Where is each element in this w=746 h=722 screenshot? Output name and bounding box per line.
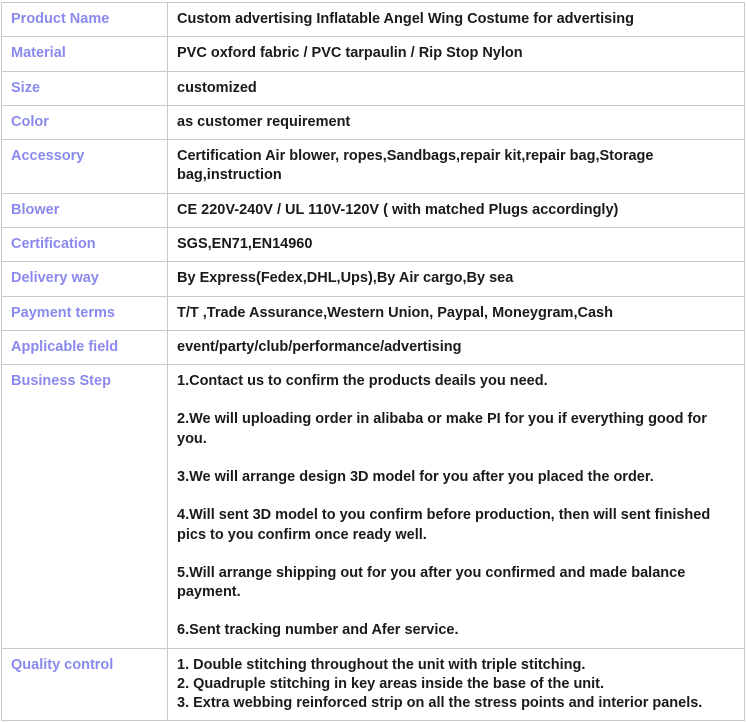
spec-value: customized	[167, 70, 745, 106]
spec-row: Blower CE 220V-240V / UL 110V-120V ( with…	[1, 192, 745, 228]
spec-value: 1.Contact us to confirm the products dea…	[167, 364, 745, 649]
spec-row: Quality control 1. Double stitching throu…	[1, 647, 745, 722]
spec-label: Payment terms	[1, 295, 168, 331]
spec-row: Accessory Certification Air blower, ropes…	[1, 139, 745, 194]
spec-label: Applicable field	[1, 329, 168, 366]
spec-value-line: SGS,EN71,EN14960	[177, 235, 313, 252]
spec-value-line: 2.We will uploading order in alibaba or …	[177, 411, 707, 447]
spec-value-line: CE 220V-240V / UL 110V-120V ( with match…	[177, 201, 619, 218]
spec-row: Size customized	[1, 70, 745, 106]
spec-value-line: Custom advertising Inflatable Angel Wing…	[177, 11, 634, 27]
spec-row: Business Step 1.Contact us to confirm the…	[1, 364, 745, 649]
spec-table-body: Product Name Custom advertising Inflatabl…	[1, 1, 745, 722]
spec-label: Delivery way	[1, 261, 168, 297]
spec-value: Certification Air blower, ropes,Sandbags…	[167, 139, 745, 194]
spec-value-line: event/party/club/performance/advertising	[177, 338, 462, 355]
spec-row: Product Name Custom advertising Inflatabl…	[1, 1, 745, 38]
spec-label: Certification	[1, 226, 168, 263]
spec-value-line: 1. Double stitching throughout the unit …	[177, 656, 586, 673]
spec-value-line: 3.We will arrange design 3D model for yo…	[177, 468, 654, 485]
spec-label: Color	[1, 104, 168, 141]
spec-value: By Express(Fedex,DHL,Ups),By Air cargo,B…	[167, 261, 745, 297]
spec-label: Blower	[1, 192, 168, 228]
product-specification-table: Product Name Custom advertising Inflatabl…	[1, 1, 745, 722]
spec-row: Color as customer requirement	[1, 104, 745, 141]
spec-label: Material	[1, 36, 168, 72]
spec-value-line: By Express(Fedex,DHL,Ups),By Air cargo,B…	[177, 270, 514, 287]
spec-value-line: T/T ,Trade Assurance,Western Union, Payp…	[177, 304, 613, 321]
spec-value: event/party/club/performance/advertising	[167, 329, 745, 366]
spec-label: Product Name	[1, 1, 168, 38]
spec-value-line: customized	[177, 79, 257, 96]
spec-row: Certification SGS,EN71,EN14960	[1, 226, 745, 263]
spec-value-line: 2. Quadruple stitching in key areas insi…	[177, 675, 605, 692]
spec-value-line: 6.Sent tracking number and Afer service.	[177, 622, 459, 639]
spec-label: Quality control	[1, 647, 168, 722]
spec-value-line: as customer requirement	[177, 113, 351, 130]
spec-value-line: 5.Will arrange shipping out for you afte…	[177, 564, 686, 601]
spec-value: as customer requirement	[167, 104, 745, 141]
spec-value-line: PVC oxford fabric / PVC tarpaulin / Rip …	[177, 45, 523, 62]
spec-label: Size	[1, 70, 168, 106]
spec-value-line: 3. Extra webbing reinforced strip on all…	[177, 695, 703, 712]
spec-value-line: Certification Air blower, ropes,Sandbags…	[177, 148, 654, 184]
spec-label: Accessory	[1, 139, 168, 194]
spec-value: PVC oxford fabric / PVC tarpaulin / Rip …	[167, 36, 745, 72]
spec-value: 1. Double stitching throughout the unit …	[167, 647, 745, 722]
spec-row: Applicable field event/party/club/perform…	[1, 329, 745, 366]
spec-value-line: 1.Contact us to confirm the products dea…	[177, 373, 548, 390]
spec-value: SGS,EN71,EN14960	[167, 226, 745, 263]
spec-value: CE 220V-240V / UL 110V-120V ( with match…	[167, 192, 745, 228]
spec-value: T/T ,Trade Assurance,Western Union, Payp…	[167, 295, 745, 331]
spec-value: Custom advertising Inflatable Angel Wing…	[167, 1, 745, 38]
spec-label: Business Step	[1, 364, 168, 649]
spec-row: Material PVC oxford fabric / PVC tarpauli…	[1, 36, 745, 72]
spec-row: Delivery way By Express(Fedex,DHL,Ups),By…	[1, 261, 745, 297]
spec-value-line: 4.Will sent 3D model to you confirm befo…	[177, 507, 711, 543]
spec-row: Payment terms T/T ,Trade Assurance,Wester…	[1, 295, 745, 331]
